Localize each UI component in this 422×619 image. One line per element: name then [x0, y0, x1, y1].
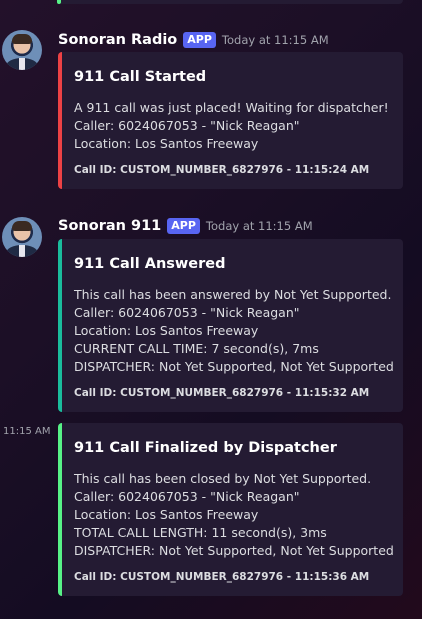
- avatar-shirt: [19, 58, 25, 70]
- message-timestamp[interactable]: Today at 11:15 AM: [222, 33, 329, 47]
- embed-line: Location: Los Santos Freeway: [74, 136, 259, 151]
- embed-line: Caller: 6024067053 - "Nick Reagan": [74, 489, 300, 504]
- embed-call-answered: 911 Call Answered This call has been ans…: [58, 239, 403, 412]
- author-name[interactable]: Sonoran 911: [58, 218, 161, 234]
- embed-title: 911 Call Started: [74, 69, 207, 85]
- avatar-shirt: [19, 245, 25, 257]
- previous-embed: [61, 0, 403, 4]
- embed-line: TOTAL CALL LENGTH: 11 second(s), 3ms: [74, 525, 327, 540]
- avatar-hair: [12, 221, 32, 231]
- message-header: Sonoran Radio APP Today at 11:15 AM: [58, 30, 329, 50]
- embed-call-finalized: 911 Call Finalized by Dispatcher This ca…: [58, 423, 403, 596]
- embed-line: This call has been closed by Not Yet Sup…: [74, 471, 372, 486]
- author-name[interactable]: Sonoran Radio: [58, 32, 177, 48]
- embed-line: Caller: 6024067053 - "Nick Reagan": [74, 305, 300, 320]
- message-timestamp[interactable]: Today at 11:15 AM: [206, 219, 313, 233]
- embed-title: 911 Call Finalized by Dispatcher: [74, 440, 337, 456]
- embed-line: CURRENT CALL TIME: 7 second(s), 7ms: [74, 341, 319, 356]
- embed-line: This call has been answered by Not Yet S…: [74, 287, 392, 302]
- embed-footer: Call ID: CUSTOM_NUMBER_6827976 - 11:15:3…: [74, 571, 370, 583]
- avatar[interactable]: [2, 217, 42, 257]
- embed-line: Location: Los Santos Freeway: [74, 323, 259, 338]
- embed-title: 911 Call Answered: [74, 256, 226, 272]
- app-badge: APP: [183, 32, 216, 48]
- embed-call-started: 911 Call Started A 911 call was just pla…: [58, 52, 403, 189]
- app-badge: APP: [167, 218, 200, 234]
- embed-footer: Call ID: CUSTOM_NUMBER_6827976 - 11:15:3…: [74, 387, 370, 399]
- avatar[interactable]: [2, 30, 42, 70]
- embed-line: DISPATCHER: Not Yet Supported, Not Yet S…: [74, 543, 394, 558]
- embed-line: A 911 call was just placed! Waiting for …: [74, 100, 389, 115]
- embed-footer: Call ID: CUSTOM_NUMBER_6827976 - 11:15:2…: [74, 164, 370, 176]
- message-header: Sonoran 911 APP Today at 11:15 AM: [58, 216, 313, 236]
- hover-timestamp[interactable]: 11:15 AM: [3, 426, 50, 437]
- embed-line: DISPATCHER: Not Yet Supported, Not Yet S…: [74, 359, 394, 374]
- embed-line: Caller: 6024067053 - "Nick Reagan": [74, 118, 300, 133]
- embed-line: Location: Los Santos Freeway: [74, 507, 259, 522]
- avatar-hair: [12, 34, 32, 44]
